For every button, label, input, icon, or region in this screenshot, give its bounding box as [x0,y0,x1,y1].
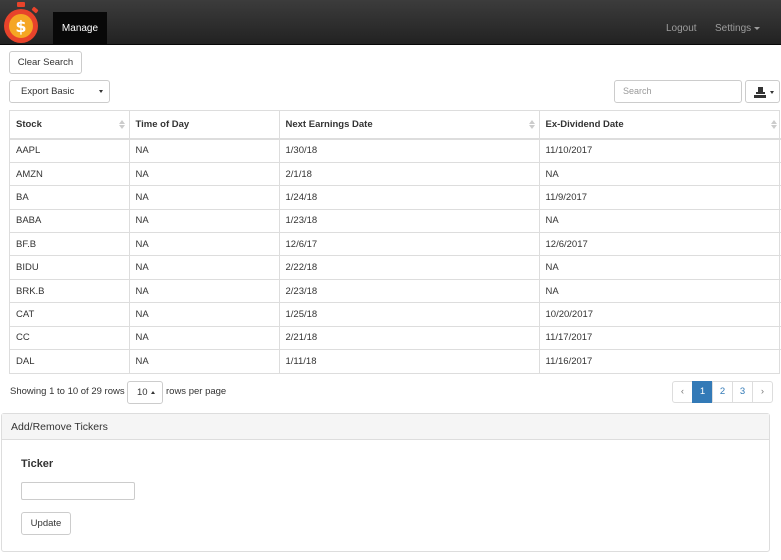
chevron-up-icon [151,391,155,394]
nav-tab-manage[interactable]: Manage [53,12,107,45]
sort-icon [528,120,535,130]
chevron-down-icon [770,91,774,94]
stock-cell: DAL [10,349,130,373]
sort-icon [771,120,777,130]
rows-per-page-label: rows per page [166,386,227,397]
dollar-stopwatch-logo-icon[interactable]: $ [2,2,40,44]
ex-dividend-cell: 12/6/2017 [539,232,781,256]
next-page-button[interactable]: › [752,381,773,403]
ex-dividend-cell: NA [539,208,781,233]
time-of-day-cell: NA [129,255,280,280]
time-of-day-cell: NA [129,278,280,303]
time-of-day-cell: NA [129,232,280,256]
stock-cell: CC [10,325,130,350]
ex-dividend-cell: 11/9/2017 [539,185,781,210]
ex-dividend-cell: NA [539,255,781,280]
pagination: ‹ 1 2 3 › [672,381,773,403]
export-button[interactable] [745,80,780,103]
table-row[interactable]: CAT NA 1/25/18 10/20/2017 [10,302,781,327]
stock-cell: BA [10,185,130,210]
time-of-day-cell: NA [129,185,280,210]
table-row[interactable]: BRK.B NA 2/23/18 NA [10,278,781,303]
table-row[interactable]: AMZN NA 2/1/18 NA [10,161,781,186]
time-of-day-cell: NA [129,208,280,233]
ex-dividend-cell: NA [539,278,781,303]
table-row[interactable]: CC NA 2/21/18 11/17/2017 [10,325,781,350]
prev-page-button[interactable]: ‹ [672,381,693,403]
logo-dollar-symbol: $ [15,17,26,36]
page-button-2[interactable]: 2 [712,381,733,403]
column-header-time-of-day: Time of Day [129,111,280,140]
sort-icon [118,120,125,130]
time-of-day-cell: NA [129,349,280,373]
page-button-1[interactable]: 1 [692,381,713,403]
stock-cell: CAT [10,302,130,327]
time-of-day-cell: NA [129,325,280,350]
table-row[interactable]: BABA NA 1/23/18 NA [10,208,781,233]
earnings-date-cell: 2/22/18 [279,255,540,280]
ex-dividend-cell: 11/16/2017 [539,349,781,373]
table-row[interactable]: BA NA 1/24/18 11/9/2017 [10,185,781,210]
add-remove-tickers-panel: Add/Remove Tickers Ticker Update [1,413,770,552]
page-size-select[interactable]: 10 [127,381,163,404]
table-row[interactable]: DAL NA 1/11/18 11/16/2017 [10,349,781,373]
pagination-info: Showing 1 to 10 of 29 rows [10,386,125,397]
logout-link[interactable]: Logout [666,12,697,45]
export-type-select[interactable]: Export Basic [9,80,110,103]
earnings-date-cell: 2/21/18 [279,325,540,350]
table-header-row: Stock Time of Day Next Earnings Date Ex-… [10,111,781,140]
earnings-date-cell: 1/24/18 [279,185,540,210]
earnings-date-cell: 1/25/18 [279,302,540,327]
ex-dividend-cell: 11/17/2017 [539,325,781,350]
chevron-down-icon [99,90,103,93]
stock-cell: AAPL [10,138,130,163]
earnings-date-cell: 1/30/18 [279,138,540,163]
update-button[interactable]: Update [21,512,71,535]
settings-dropdown[interactable]: Settings [715,12,761,45]
settings-label: Settings [715,23,752,34]
stock-cell: BABA [10,208,130,233]
page-button-3[interactable]: 3 [732,381,753,403]
stock-cell: AMZN [10,161,130,186]
clear-search-button[interactable]: Clear Search [9,51,82,74]
column-header-next-earnings-date[interactable]: Next Earnings Date [279,111,540,140]
page-size-value: 10 [137,387,148,398]
panel-title: Add/Remove Tickers [2,414,769,440]
ticker-label: Ticker [21,458,54,470]
export-icon [754,87,766,98]
top-navbar: $ Manage Logout Settings [0,0,781,45]
earnings-date-cell: 2/23/18 [279,278,540,303]
table-row[interactable]: AAPL NA 1/30/18 11/10/2017 [10,138,781,163]
ticker-input[interactable] [21,482,135,500]
time-of-day-cell: NA [129,138,280,163]
export-type-label: Export Basic [21,86,75,97]
table-row[interactable]: BF.B NA 12/6/17 12/6/2017 [10,232,781,256]
ex-dividend-cell: NA [539,161,781,186]
earnings-date-cell: 2/1/18 [279,161,540,186]
time-of-day-cell: NA [129,161,280,186]
time-of-day-cell: NA [129,302,280,327]
earnings-date-cell: 12/6/17 [279,232,540,256]
stock-cell: BIDU [10,255,130,280]
table-row[interactable]: BIDU NA 2/22/18 NA [10,255,781,280]
column-header-stock[interactable]: Stock [10,111,130,140]
column-header-ex-dividend-date[interactable]: Ex-Dividend Date [539,111,781,140]
stock-cell: BRK.B [10,278,130,303]
stock-cell: BF.B [10,232,130,256]
search-input[interactable]: Search [614,80,742,103]
chevron-down-icon [754,26,761,30]
earnings-date-cell: 1/23/18 [279,208,540,233]
ex-dividend-cell: 10/20/2017 [539,302,781,327]
earnings-date-cell: 1/11/18 [279,349,540,373]
ex-dividend-cell: 11/10/2017 [539,138,781,163]
stocks-table: Stock Time of Day Next Earnings Date Ex-… [9,110,781,374]
